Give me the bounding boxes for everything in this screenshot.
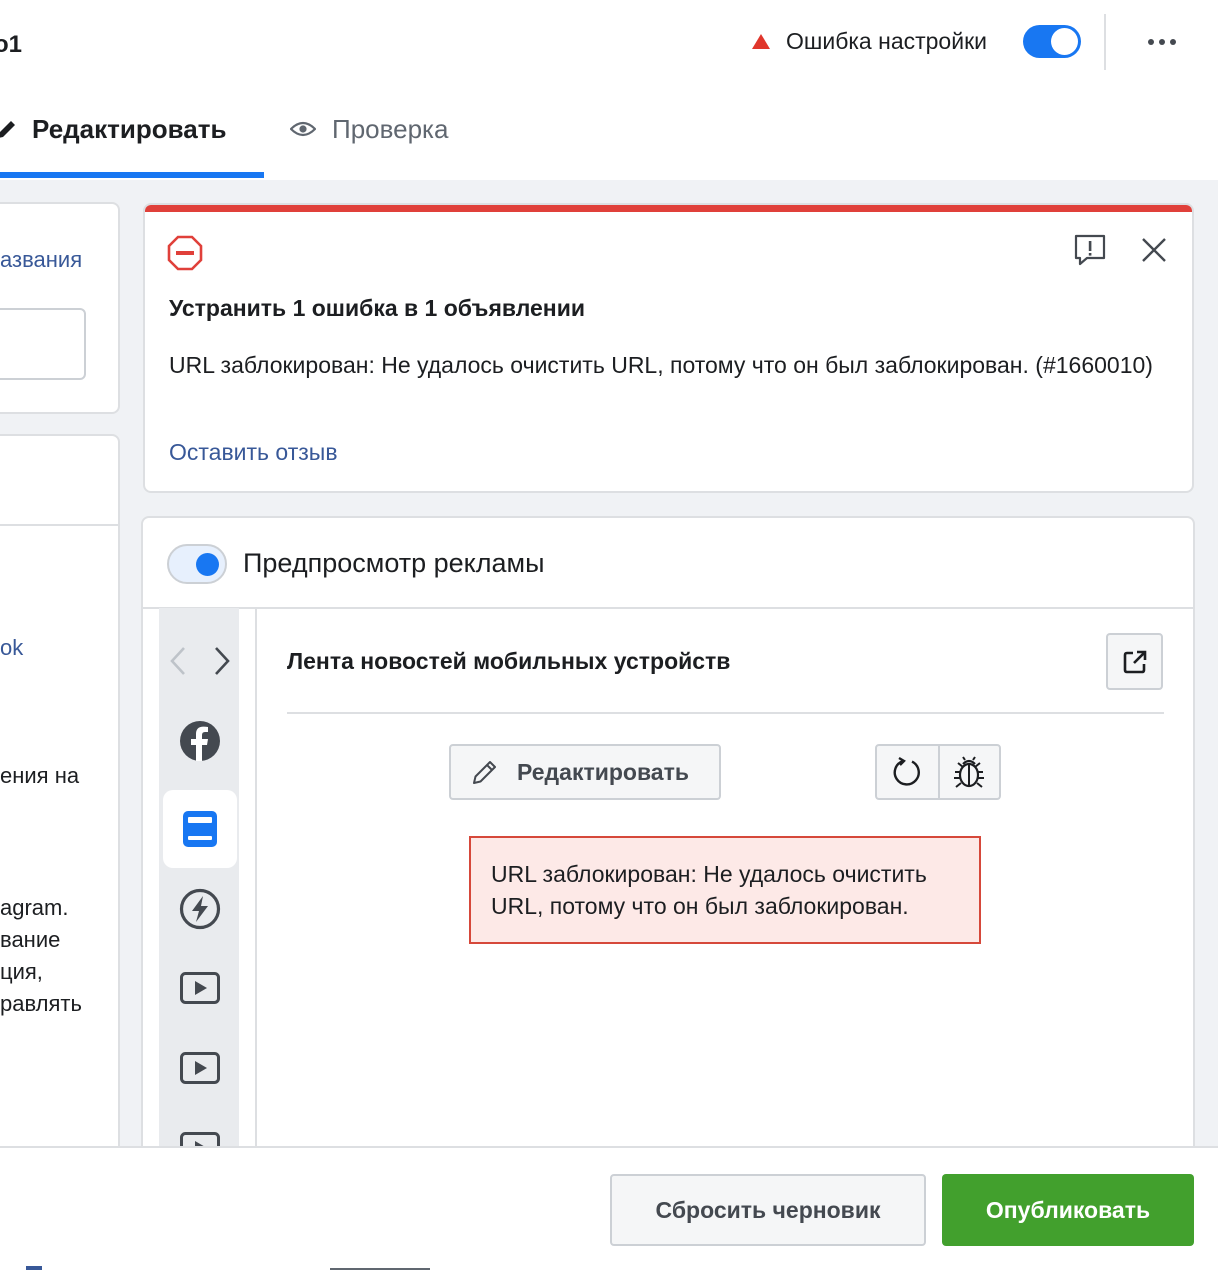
report-feedback-icon[interactable] xyxy=(1073,233,1107,267)
footer-bar: Сбросить черновик Опубликовать xyxy=(0,1146,1218,1270)
error-message: URL заблокирован: Не удалось очистить UR… xyxy=(169,352,1153,378)
paragraph-line: agram. xyxy=(0,895,69,920)
paragraph-line: вание xyxy=(0,927,61,952)
left-divider xyxy=(0,524,118,526)
toggle-knob xyxy=(1051,28,1078,55)
toggle-knob xyxy=(196,553,219,576)
setup-status[interactable]: Ошибка настройки xyxy=(752,26,987,56)
edit-ad-label: Редактировать xyxy=(517,758,689,785)
error-title: Устранить 1 ошибка в 1 объявлении xyxy=(169,295,585,321)
preview-header-divider xyxy=(143,607,1193,609)
left-card-details xyxy=(0,434,120,1270)
video-icon[interactable] xyxy=(179,1050,221,1086)
more-icon[interactable] xyxy=(1140,24,1184,60)
preview-toggle[interactable] xyxy=(167,544,227,584)
placement-title: Лента новостей мобильных устройств xyxy=(287,648,731,674)
leave-feedback-link[interactable]: Оставить отзыв xyxy=(169,439,338,466)
name-link[interactable]: азвания xyxy=(0,247,82,273)
footer-link-fragment[interactable] xyxy=(26,1260,326,1270)
ad-active-toggle[interactable] xyxy=(1023,25,1081,58)
publish-button[interactable]: Опубликовать xyxy=(942,1174,1194,1246)
top-bar: o1 Ошибка настройки Редактировать Провер… xyxy=(0,0,1218,180)
preview-tools xyxy=(875,744,1001,800)
close-icon[interactable] xyxy=(1139,235,1169,265)
header-divider xyxy=(1104,14,1106,70)
active-tab-indicator xyxy=(0,172,264,178)
refresh-icon xyxy=(894,756,921,786)
left-paragraph: agram. вание ция, равлять xyxy=(0,892,82,1020)
status-text: Ошибка настройки xyxy=(786,27,987,54)
preview-title: Предпросмотр рекламы xyxy=(243,548,545,578)
placement-divider xyxy=(287,712,1164,714)
facebook-icon[interactable] xyxy=(179,720,221,762)
name-input[interactable] xyxy=(0,308,86,380)
left-text-fragment: ения на xyxy=(0,763,80,788)
reset-draft-button[interactable]: Сбросить черновик xyxy=(610,1174,926,1246)
error-card: Устранить 1 ошибка в 1 объявлении URL за… xyxy=(143,203,1194,493)
bug-icon xyxy=(954,756,985,788)
paragraph-line: ция, xyxy=(0,959,43,984)
tab-edit[interactable]: Редактировать xyxy=(0,105,226,153)
mobile-feed-icon[interactable] xyxy=(179,808,221,850)
open-external-button[interactable] xyxy=(1106,633,1163,690)
left-link-fragment[interactable]: ok xyxy=(0,635,23,661)
error-accent-bar xyxy=(145,205,1192,212)
paragraph-line: равлять xyxy=(0,991,82,1016)
video-icon[interactable] xyxy=(179,970,221,1006)
tab-review-label: Проверка xyxy=(332,113,449,144)
ad-name: o1 xyxy=(0,31,23,58)
debug-button[interactable] xyxy=(937,746,999,798)
tab-review[interactable]: Проверка xyxy=(290,105,448,153)
warning-triangle-icon xyxy=(752,33,770,49)
pencil-icon xyxy=(473,761,496,784)
preview-error-box: URL заблокирован: Не удалось очистить UR… xyxy=(469,836,981,944)
pencil-icon xyxy=(0,121,15,138)
lightning-icon[interactable] xyxy=(179,888,221,930)
external-link-icon xyxy=(1123,650,1146,673)
edit-ad-button[interactable]: Редактировать xyxy=(449,744,721,800)
footer-text-fragment xyxy=(330,1260,430,1270)
error-stop-icon xyxy=(167,235,203,271)
refresh-button[interactable] xyxy=(877,746,938,798)
chevron-right-icon[interactable] xyxy=(213,646,231,676)
chevron-left-icon[interactable] xyxy=(169,646,187,676)
tab-edit-label: Редактировать xyxy=(32,113,227,144)
eye-icon xyxy=(290,121,316,137)
